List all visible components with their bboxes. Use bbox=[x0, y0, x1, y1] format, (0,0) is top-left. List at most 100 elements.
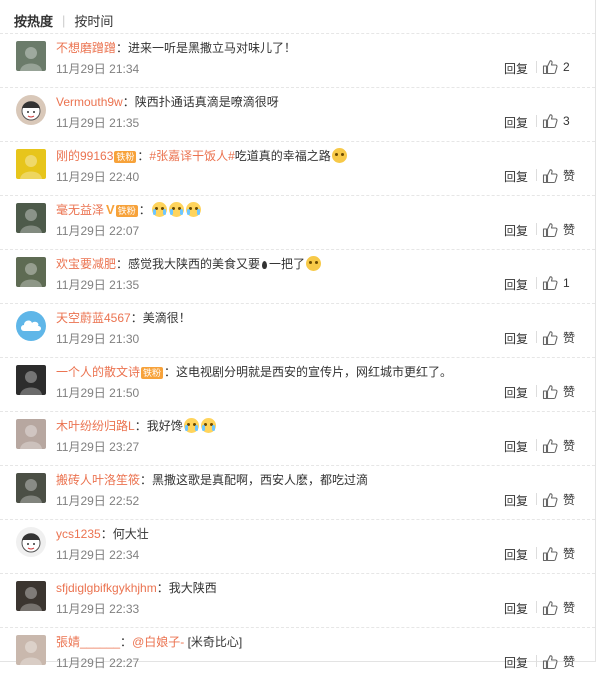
like-button[interactable]: 赞 bbox=[542, 599, 575, 616]
verified-v-icon[interactable]: V bbox=[106, 201, 115, 219]
action-divider bbox=[536, 115, 537, 127]
colon-separator: ： bbox=[122, 95, 135, 109]
like-button[interactable]: 赞 bbox=[542, 221, 575, 238]
tab-by-time[interactable]: 按时间 bbox=[74, 11, 113, 30]
reply-button[interactable]: 回复 bbox=[504, 438, 528, 455]
like-count: 赞 bbox=[563, 169, 576, 183]
like-button[interactable]: 赞 bbox=[542, 329, 575, 346]
person-photo-icon bbox=[20, 155, 42, 179]
like-count: 3 bbox=[563, 114, 570, 128]
avatar[interactable] bbox=[16, 635, 46, 665]
avatar[interactable] bbox=[16, 419, 46, 449]
reply-button[interactable]: 回复 bbox=[504, 384, 528, 401]
like-button[interactable]: 赞 bbox=[542, 167, 575, 184]
doge-emoji-icon bbox=[306, 256, 322, 271]
comment-text: 我好馋 bbox=[146, 419, 183, 433]
username-link[interactable]: 刚的99163 bbox=[56, 149, 113, 163]
like-button[interactable]: 赞 bbox=[542, 437, 575, 454]
avatar[interactable] bbox=[16, 527, 46, 557]
person-photo-icon bbox=[20, 479, 42, 503]
comment-item: 毫无益泽 V 铁粉： 11月29日 22:07 回复 赞 bbox=[0, 195, 595, 249]
colon-separator: ： bbox=[100, 527, 113, 541]
username-link[interactable]: 欢宝要减肥 bbox=[56, 257, 116, 271]
comment-time: 11月29日 21:35 bbox=[56, 116, 140, 130]
reply-button[interactable]: 回复 bbox=[504, 492, 528, 509]
fan-badge[interactable]: 铁粉 bbox=[115, 204, 138, 217]
username-link[interactable]: 張婧______ bbox=[56, 635, 120, 649]
username-link[interactable]: 毫无益泽 bbox=[56, 203, 104, 217]
colon-separator: ： bbox=[116, 41, 129, 55]
username-link[interactable]: Vermouth9w bbox=[56, 95, 123, 109]
avatar[interactable] bbox=[16, 149, 46, 179]
username-link[interactable]: 搬砖人叶洛笙筱 bbox=[56, 473, 140, 487]
thumbs-up-icon bbox=[542, 600, 558, 615]
like-count: 赞 bbox=[563, 385, 576, 399]
avatar[interactable] bbox=[16, 41, 46, 71]
comment-item: 木叶纷纷归路L：我好馋 11月29日 23:27 回复 赞 bbox=[0, 411, 595, 465]
cloud-icon bbox=[21, 320, 41, 331]
comment-item: 搬砖人叶洛笙筱：黑撒这歌是真配啊，西安人麽，都吃过滴 11月29日 22:52 回复… bbox=[0, 465, 595, 519]
colon-separator: ： bbox=[134, 419, 147, 433]
reply-button[interactable]: 回复 bbox=[504, 276, 528, 293]
action-divider bbox=[536, 655, 537, 667]
reply-button[interactable]: 回复 bbox=[504, 330, 528, 347]
comment-text: 黑撒这歌是真配啊，西安人麽，都吃过滴 bbox=[152, 473, 369, 487]
avatar[interactable] bbox=[16, 365, 46, 395]
comment-content: 毫无益泽 V 铁粉： bbox=[56, 201, 202, 219]
username-link[interactable]: 一个人的散文诗 bbox=[56, 365, 140, 379]
like-count: 赞 bbox=[563, 493, 576, 507]
comment-item: Vermouth9w：陕西扑通话真滴是嘹滴很呀 11月29日 21:35 回复 3 bbox=[0, 87, 595, 141]
comment-text-2: [米奇比心] bbox=[187, 635, 243, 649]
like-button[interactable]: 赞 bbox=[542, 653, 575, 670]
like-count: 1 bbox=[563, 276, 570, 290]
tab-divider: | bbox=[62, 12, 66, 28]
username-link[interactable]: ycs1235 bbox=[56, 527, 101, 541]
comment-content: 刚的99163 铁粉 ：#张嘉译干饭人#吃道真的幸福之路 bbox=[56, 147, 348, 165]
colon-separator: ： bbox=[164, 365, 177, 379]
comment-content: 欢宝要减肥：感觉我大陕西的美食又要 一把了 bbox=[56, 255, 322, 273]
comment-time: 11月29日 21:35 bbox=[56, 278, 140, 292]
mention-link[interactable]: @白娘子- bbox=[132, 635, 184, 649]
avatar[interactable] bbox=[16, 473, 46, 503]
tab-by-hot[interactable]: 按热度 bbox=[14, 11, 53, 30]
person-photo-icon bbox=[20, 209, 42, 233]
comment-item: 張婧______：@白娘子- [米奇比心] 11月29日 22:27 回复赞 bbox=[0, 627, 595, 681]
like-button[interactable]: 赞 bbox=[542, 545, 575, 562]
avatar[interactable] bbox=[16, 581, 46, 611]
username-link[interactable]: sfjdiglgbifkgykhjhm bbox=[56, 581, 157, 595]
reply-button[interactable]: 回复 bbox=[504, 600, 528, 617]
avatar[interactable] bbox=[16, 311, 46, 341]
topic-link[interactable]: #张嘉译干饭人# bbox=[149, 149, 234, 163]
like-count: 赞 bbox=[563, 601, 576, 615]
comment-item: sfjdiglgbifkgykhjhm：我大陕西 11月29日 22:33 回复 赞 bbox=[0, 573, 595, 627]
fan-badge[interactable]: 铁粉 bbox=[141, 366, 164, 379]
username-link[interactable]: 木叶纷纷归路L bbox=[56, 419, 135, 433]
comment-text: 我大陕西 bbox=[168, 581, 217, 595]
droplet-icon bbox=[262, 261, 268, 269]
username-link[interactable]: 不想磨蹭蹭 bbox=[56, 41, 116, 55]
thumbs-up-icon bbox=[542, 384, 558, 399]
avatar[interactable] bbox=[16, 257, 46, 287]
like-button[interactable]: 1 bbox=[542, 275, 570, 291]
crying-emoji-icon bbox=[183, 418, 199, 433]
reply-button[interactable]: 回复 bbox=[504, 168, 528, 185]
reply-button[interactable]: 回复 bbox=[504, 60, 528, 77]
reply-button[interactable]: 回复 bbox=[504, 222, 528, 239]
fan-badge[interactable]: 铁粉 bbox=[114, 150, 137, 163]
comment-content: 張婧______：@白娘子- [米奇比心] bbox=[56, 633, 242, 651]
person-photo-icon bbox=[20, 587, 42, 611]
avatar[interactable] bbox=[16, 95, 46, 125]
like-button[interactable]: 赞 bbox=[542, 383, 575, 400]
avatar[interactable] bbox=[16, 203, 46, 233]
cartoon-face-icon bbox=[21, 101, 41, 121]
action-divider bbox=[536, 223, 537, 235]
reply-button[interactable]: 回复 bbox=[504, 114, 528, 131]
username-link[interactable]: 天空蔚蓝4567 bbox=[56, 311, 131, 325]
like-button[interactable]: 3 bbox=[542, 113, 570, 129]
thumbs-up-icon bbox=[542, 654, 558, 669]
crying-emoji-icon bbox=[168, 202, 184, 217]
reply-button[interactable]: 回复 bbox=[504, 546, 528, 563]
like-button[interactable]: 2 bbox=[542, 59, 570, 75]
thumbs-up-icon bbox=[542, 330, 558, 345]
like-button[interactable]: 赞 bbox=[542, 491, 575, 508]
